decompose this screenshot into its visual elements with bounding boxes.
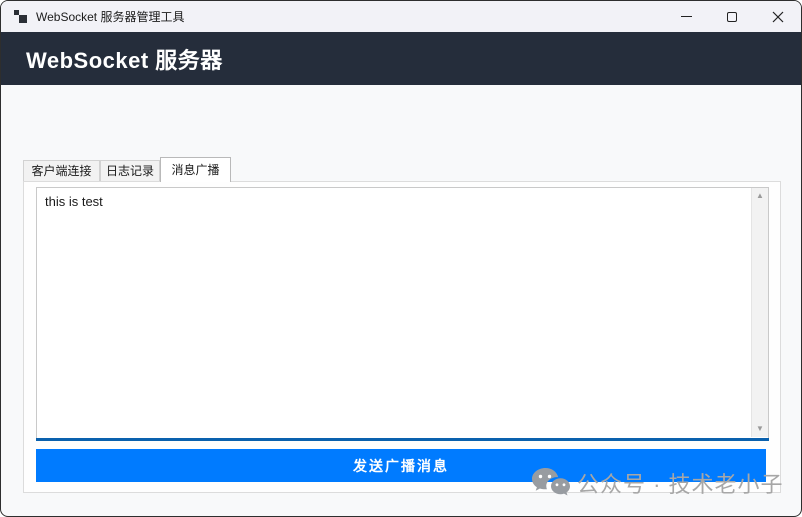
window-title: WebSocket 服务器管理工具: [36, 8, 184, 25]
tab-client-connections[interactable]: 客户端连接: [23, 160, 100, 181]
close-button[interactable]: [755, 1, 801, 32]
minimize-button[interactable]: [663, 1, 709, 32]
page-title: WebSocket 服务器: [26, 43, 223, 75]
textarea-scrollbar[interactable]: ▲ ▼: [751, 188, 768, 437]
watermark: 公众号 · 技术老小子: [531, 467, 784, 499]
header-bar: WebSocket 服务器: [1, 32, 801, 85]
app-window: WebSocket 服务器管理工具 WebSocket 服务器 端口号: 启动 …: [0, 0, 802, 517]
tab-message-broadcast[interactable]: 消息广播: [160, 157, 231, 182]
app-icon: [14, 10, 27, 23]
titlebar: WebSocket 服务器管理工具: [1, 1, 801, 32]
window-controls: [663, 1, 801, 32]
maximize-icon: [727, 12, 737, 22]
minimize-icon: [681, 16, 692, 17]
scroll-down-icon[interactable]: ▼: [752, 421, 768, 437]
broadcast-message-textarea[interactable]: this is test: [36, 187, 769, 438]
close-icon: [772, 11, 784, 23]
scroll-up-icon[interactable]: ▲: [752, 188, 768, 204]
tab-log-records[interactable]: 日志记录: [100, 160, 160, 181]
wechat-icon: [531, 467, 571, 499]
textarea-accent-line: [36, 438, 769, 441]
maximize-button[interactable]: [709, 1, 755, 32]
watermark-text: 公众号 · 技术老小子: [577, 467, 784, 499]
control-bar: 端口号: 启动 停止 运行中 强制退出 已连接客户端 1: [1, 85, 801, 151]
